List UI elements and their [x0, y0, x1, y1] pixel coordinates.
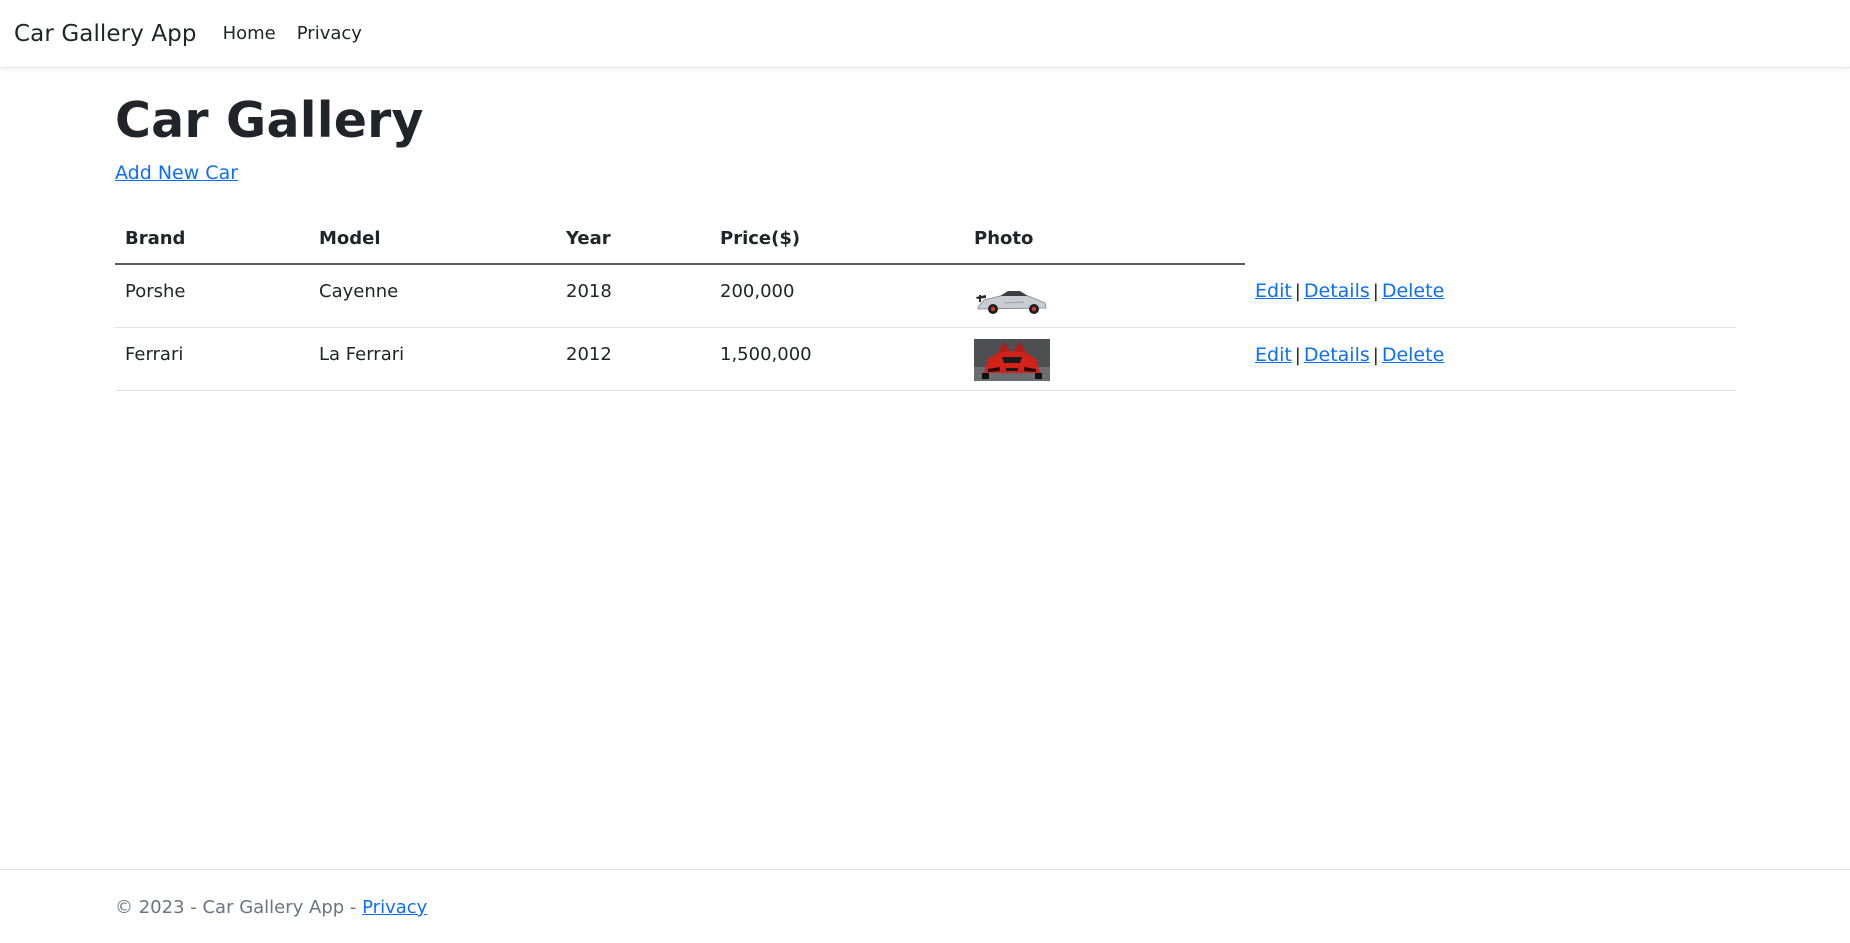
header-price: Price($)	[710, 214, 964, 265]
nav-privacy-link[interactable]: Privacy	[297, 23, 362, 44]
cell-year: 2018	[556, 264, 710, 328]
details-link[interactable]: Details	[1304, 344, 1370, 366]
cell-brand: Ferrari	[115, 327, 309, 391]
cell-year: 2012	[556, 327, 710, 391]
action-separator: |	[1294, 281, 1301, 302]
table-row: Porshe Cayenne 2018 200,000 Edit | Detai…	[115, 264, 1736, 328]
cell-actions: Edit | Details | Delete	[1245, 327, 1736, 391]
cell-price: 200,000	[710, 264, 964, 328]
edit-link[interactable]: Edit	[1255, 344, 1292, 366]
cell-actions: Edit | Details | Delete	[1245, 264, 1736, 328]
nav-home-link[interactable]: Home	[223, 23, 276, 44]
edit-link[interactable]: Edit	[1255, 280, 1292, 302]
main-container: Car Gallery Add New Car Brand Model Year…	[115, 68, 1736, 391]
cell-model: La Ferrari	[309, 327, 556, 391]
cell-photo	[964, 327, 1245, 391]
action-separator: |	[1372, 281, 1379, 302]
ferrari-photo	[974, 338, 1050, 381]
header-photo: Photo	[964, 214, 1245, 265]
table-header-row: Brand Model Year Price($) Photo	[115, 214, 1736, 265]
details-link[interactable]: Details	[1304, 280, 1370, 302]
delete-link[interactable]: Delete	[1382, 280, 1444, 302]
action-separator: |	[1372, 344, 1379, 366]
header-model: Model	[309, 214, 556, 265]
action-separator: |	[1294, 344, 1301, 366]
cell-price: 1,500,000	[710, 327, 964, 391]
table-row: Ferrari La Ferrari 2012 1,500,000 Edit |…	[115, 327, 1736, 391]
top-navbar: Car Gallery App Home Privacy	[0, 0, 1850, 68]
cars-table: Brand Model Year Price($) Photo Porshe C…	[115, 214, 1736, 391]
add-new-car-link[interactable]: Add New Car	[115, 162, 238, 184]
cell-brand: Porshe	[115, 264, 309, 328]
brand-link[interactable]: Car Gallery App	[14, 21, 197, 47]
porsche-photo	[974, 276, 1050, 318]
footer-text: © 2023 - Car Gallery App -	[115, 897, 363, 918]
header-actions	[1245, 214, 1736, 264]
header-brand: Brand	[115, 214, 309, 265]
cell-model: Cayenne	[309, 264, 556, 328]
header-year: Year	[556, 214, 710, 265]
footer-privacy-link[interactable]: Privacy	[362, 897, 427, 918]
page-title: Car Gallery	[115, 92, 424, 149]
cell-photo	[964, 264, 1245, 328]
delete-link[interactable]: Delete	[1382, 344, 1444, 366]
page-footer: © 2023 - Car Gallery App - Privacy	[0, 869, 1850, 943]
